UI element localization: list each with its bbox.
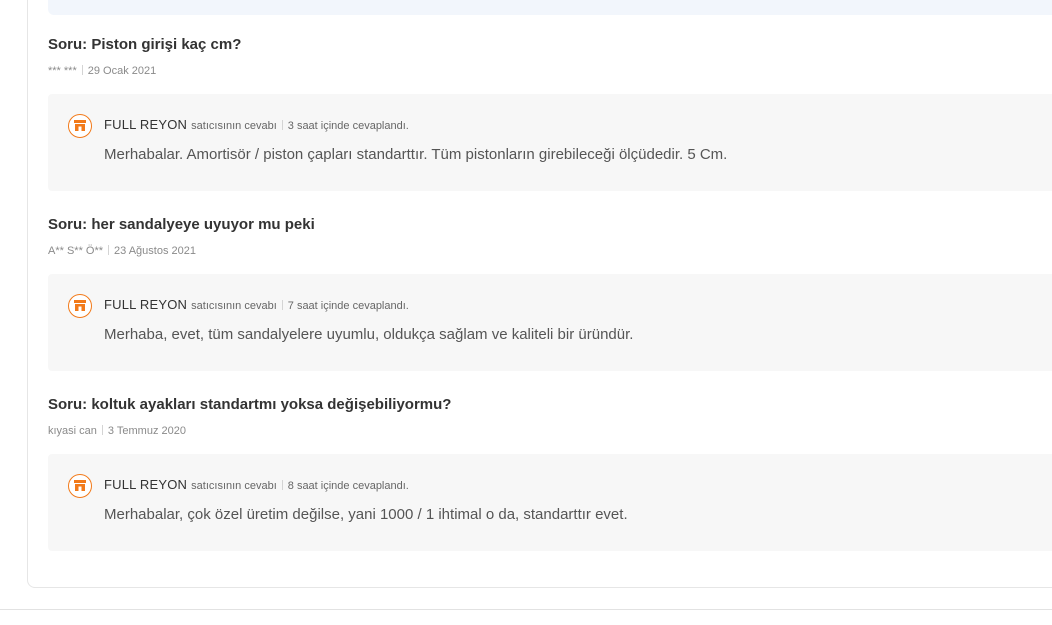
qa-item: Soru: her sandalyeye uyuyor mu peki A** …: [48, 215, 1052, 371]
store-icon: [68, 114, 92, 138]
qa-item: Soru: koltuk ayakları standartmı yoksa d…: [48, 395, 1052, 551]
meta-divider: [101, 425, 103, 435]
answer-time: 8 saat içinde cevaplandı.: [287, 480, 409, 492]
answer-text: Merhabalar. Amortisör / piston çapları s…: [104, 146, 728, 163]
answer-header: FULL REYON satıcısının cevabı 7 saat içind…: [104, 297, 409, 313]
qa-item: Soru: Piston girişi kaç cm? *** *** 29 Oc…: [48, 35, 1052, 191]
previous-answer-box: [48, 0, 1052, 15]
seller-name[interactable]: FULL REYON: [104, 297, 187, 312]
meta-divider: [281, 480, 283, 490]
answer-time: 7 saat içinde cevaplandı.: [287, 300, 409, 312]
question-meta: A** S** Ö** 23 Ağustos 2021: [48, 244, 1052, 258]
question-author: A** S** Ö**: [48, 245, 104, 257]
answer-time: 3 saat içinde cevaplandı.: [287, 120, 409, 132]
answer-box: FULL REYON satıcısının cevabı 8 saat içind…: [48, 454, 1052, 551]
page-divider: [0, 609, 1052, 610]
question-author: kıyasi can: [48, 425, 97, 437]
question-date: 3 Temmuz 2020: [107, 425, 186, 437]
meta-divider: [81, 65, 83, 75]
seller-answer-label: satıcısının cevabı: [191, 480, 277, 492]
seller-answer-label: satıcısının cevabı: [191, 300, 277, 312]
meta-divider: [281, 300, 283, 310]
question-title: Soru: Piston girişi kaç cm?: [48, 36, 242, 53]
question-author: *** ***: [48, 65, 77, 77]
question-date: 23 Ağustos 2021: [114, 245, 196, 257]
seller-name[interactable]: FULL REYON: [104, 477, 187, 492]
seller-name[interactable]: FULL REYON: [104, 117, 187, 132]
question-date: 29 Ocak 2021: [87, 65, 157, 77]
question-meta: *** *** 29 Ocak 2021: [48, 64, 1052, 78]
answer-text: Merhabalar, çok özel üretim değilse, yan…: [104, 506, 628, 523]
store-icon: [68, 294, 92, 318]
answer-box: FULL REYON satıcısının cevabı 3 saat içind…: [48, 94, 1052, 191]
meta-divider: [281, 120, 283, 130]
answer-header: FULL REYON satıcısının cevabı 3 saat içind…: [104, 117, 409, 133]
store-icon: [68, 474, 92, 498]
question-title: Soru: koltuk ayakları standartmı yoksa d…: [48, 396, 452, 413]
answer-header: FULL REYON satıcısının cevabı 8 saat içind…: [104, 477, 409, 493]
answer-box: FULL REYON satıcısının cevabı 7 saat içind…: [48, 274, 1052, 371]
question-meta: kıyasi can 3 Temmuz 2020: [48, 424, 1052, 438]
answer-text: Merhaba, evet, tüm sandalyelere uyumlu, …: [104, 326, 634, 343]
seller-answer-label: satıcısının cevabı: [191, 120, 277, 132]
meta-divider: [108, 245, 110, 255]
question-title: Soru: her sandalyeye uyuyor mu peki: [48, 216, 315, 233]
